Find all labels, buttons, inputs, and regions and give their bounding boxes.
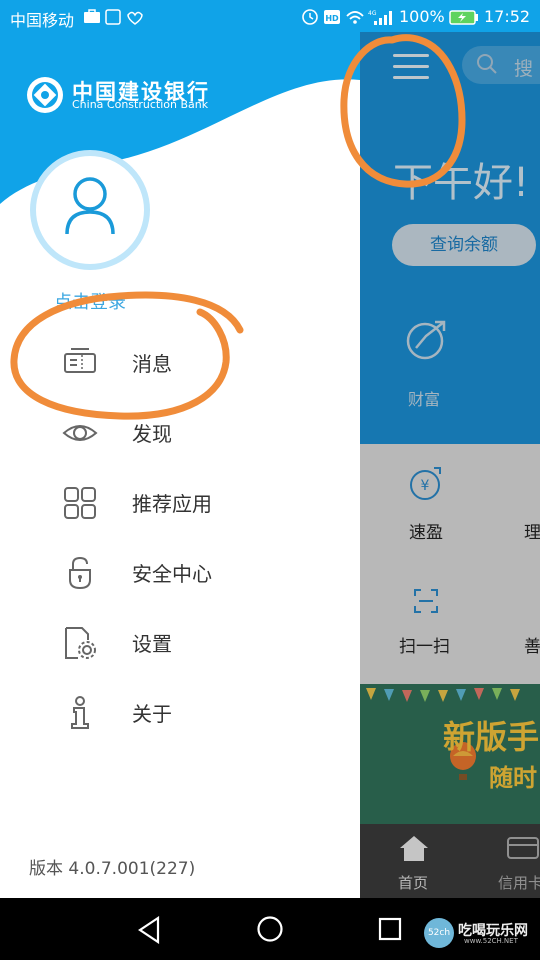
battery-charging-icon bbox=[449, 10, 478, 25]
battery-percent: 100% bbox=[399, 7, 445, 26]
menu-item-security-center[interactable]: 安全中心 bbox=[0, 542, 360, 602]
navigation-drawer: 中国建设银行 China Construction Bank 点击登录 消息 发… bbox=[0, 32, 360, 898]
user-icon bbox=[65, 177, 115, 235]
menu-item-recommended-apps[interactable]: 推荐应用 bbox=[0, 472, 360, 532]
watermark: 52ch 吃喝玩乐网 www.52CH.NET bbox=[424, 918, 538, 948]
avatar[interactable] bbox=[30, 150, 150, 270]
menu-item-about[interactable]: 关于 bbox=[0, 682, 360, 742]
home-button-icon[interactable] bbox=[256, 915, 284, 943]
svg-text:4G: 4G bbox=[368, 10, 377, 17]
menu-item-label: 设置 bbox=[132, 632, 172, 656]
info-icon bbox=[71, 696, 89, 729]
watermark-badge: 52ch bbox=[424, 918, 454, 948]
menu-item-discover[interactable]: 发现 bbox=[0, 402, 360, 462]
menu-item-label: 推荐应用 bbox=[132, 492, 212, 516]
lock-icon bbox=[69, 556, 91, 590]
menu-item-label: 发现 bbox=[132, 422, 172, 446]
bank-name-en: China Construction Bank bbox=[72, 98, 209, 111]
menu-item-label: 安全中心 bbox=[132, 562, 212, 586]
ccb-logo-icon bbox=[27, 77, 63, 113]
watermark-url: www.52CH.NET bbox=[464, 937, 518, 945]
eye-icon bbox=[62, 425, 98, 441]
back-icon[interactable] bbox=[136, 916, 162, 944]
clock: 17:52 bbox=[484, 7, 531, 26]
menu-item-messages[interactable]: 消息 bbox=[0, 332, 360, 392]
menu-item-label: 关于 bbox=[132, 702, 172, 726]
login-link[interactable]: 点击登录 bbox=[54, 288, 126, 314]
drawer-scrim[interactable] bbox=[360, 32, 540, 898]
recent-apps-icon[interactable] bbox=[378, 917, 402, 941]
app-version: 版本 4.0.7.001(227) bbox=[29, 859, 196, 879]
menu-item-settings[interactable]: 设置 bbox=[0, 612, 360, 672]
menu-item-label: 消息 bbox=[132, 352, 172, 376]
carrier-name: 中国移动 bbox=[10, 11, 75, 30]
settings-icon bbox=[65, 627, 96, 659]
svg-text:HD: HD bbox=[325, 14, 339, 23]
apps-grid-icon bbox=[64, 487, 96, 519]
system-status-icons: HD 4G bbox=[302, 9, 392, 25]
message-icon bbox=[64, 348, 96, 373]
notification-icons bbox=[84, 9, 143, 25]
system-navigation-bar: 52ch 吃喝玩乐网 www.52CH.NET bbox=[0, 898, 540, 960]
status-bar: 中国移动 HD 4G 100% 17:52 bbox=[0, 0, 540, 32]
